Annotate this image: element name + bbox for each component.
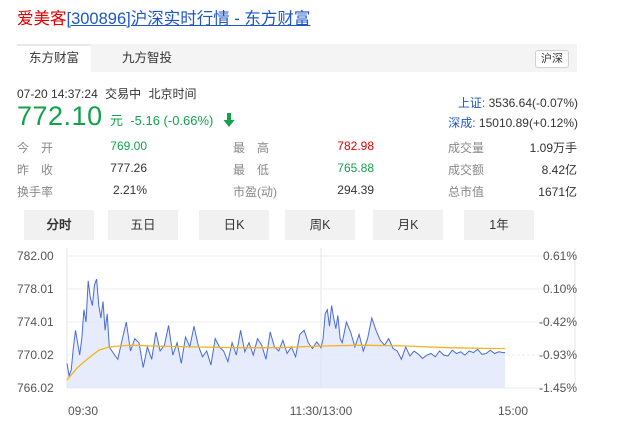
y-tick-left: 774.01	[17, 315, 54, 329]
intraday-chart[interactable]: 782.00 0.61% 778.01 0.10% 774.01 -0.42% 770.02…	[0, 0, 629, 429]
y-tick-right: 0.61%	[543, 249, 577, 263]
y-tick-left: 766.02	[17, 381, 54, 395]
y-tick-right: -1.45%	[539, 381, 577, 395]
y-tick-right: -0.93%	[539, 348, 577, 362]
y-tick-right: 0.10%	[543, 282, 577, 296]
x-tick-label: 09:30	[68, 404, 98, 418]
price-area	[67, 279, 506, 388]
x-tick-label: 11:30/13:00	[290, 404, 353, 418]
y-tick-left: 782.00	[17, 249, 54, 263]
y-tick-right: -0.42%	[539, 315, 577, 329]
y-tick-left: 778.01	[17, 282, 54, 296]
x-tick-label: 15:00	[498, 404, 528, 418]
y-tick-left: 770.02	[17, 348, 54, 362]
